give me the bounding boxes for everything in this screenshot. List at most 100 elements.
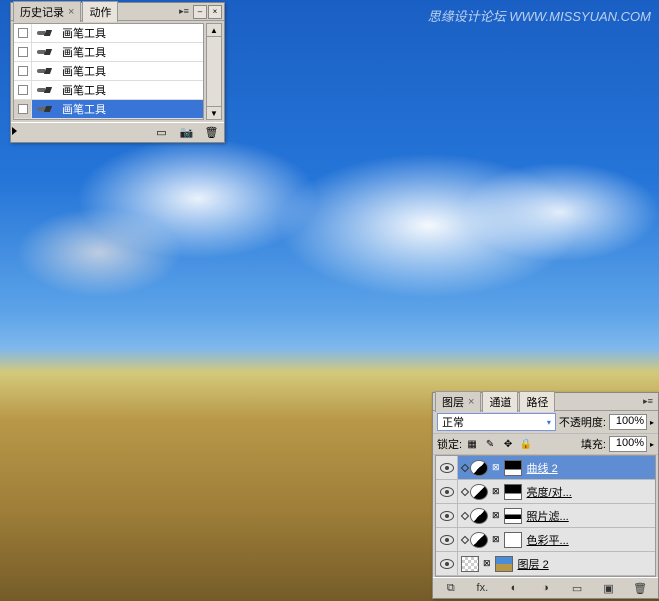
scrollbar-track[interactable]: [206, 37, 222, 106]
expand-indicator-icon[interactable]: [461, 535, 469, 543]
history-item[interactable]: 画笔工具: [14, 81, 203, 100]
tab-paths-label: 路径: [526, 394, 548, 410]
lock-position-icon[interactable]: ✥: [501, 437, 515, 451]
lock-all-icon[interactable]: 🔒: [519, 437, 533, 451]
tab-channels-label: 通道: [489, 394, 511, 410]
new-document-icon[interactable]: ▭: [154, 126, 169, 139]
minimize-button[interactable]: –: [193, 5, 207, 19]
visibility-eye-icon[interactable]: [440, 559, 454, 569]
adjustment-thumb[interactable]: [470, 484, 488, 500]
history-current-indicator: [12, 127, 17, 135]
opacity-label: 不透明度:: [559, 414, 606, 430]
opacity-input[interactable]: 100%: [609, 414, 647, 430]
brush-icon: [37, 27, 53, 39]
history-item[interactable]: 画笔工具: [14, 24, 203, 43]
tab-actions[interactable]: 动作: [82, 1, 118, 22]
lock-transparency-icon[interactable]: ▦: [465, 437, 479, 451]
history-item-label: 画笔工具: [58, 63, 203, 79]
layer-row-selected[interactable]: ⊠ 曲线 2: [436, 456, 655, 480]
layer-style-icon[interactable]: fx.: [473, 581, 491, 595]
fill-input[interactable]: 100%: [609, 436, 647, 452]
adjustment-thumb[interactable]: [470, 508, 488, 524]
history-checkbox[interactable]: [18, 85, 28, 95]
layer-name[interactable]: 图层 2: [516, 556, 655, 572]
visibility-eye-icon[interactable]: [440, 511, 454, 521]
layers-panel: 图层 × 通道 路径 ▸≡ 正常 ▾ 不透明度: 100% ▸ 锁定: ▦ ✎ …: [432, 392, 659, 599]
blend-mode-select[interactable]: 正常 ▾: [437, 413, 556, 431]
history-item[interactable]: 画笔工具: [14, 43, 203, 62]
layer-mask-icon[interactable]: ◐: [505, 581, 523, 595]
mask-thumb[interactable]: [504, 532, 522, 548]
trash-icon[interactable]: 🗑: [631, 581, 649, 595]
link-icon: ⊠: [483, 558, 491, 569]
layer-name[interactable]: 照片滤...: [525, 508, 655, 524]
tab-history[interactable]: 历史记录 ×: [13, 1, 81, 22]
adjustment-layer-icon[interactable]: ◑: [536, 581, 554, 595]
watermark-text: 思缘设计论坛 WWW.MISSYUAN.COM: [428, 6, 651, 25]
layer-name[interactable]: 色彩平...: [525, 532, 655, 548]
new-layer-icon[interactable]: ▣: [600, 581, 618, 595]
tab-paths[interactable]: 路径: [519, 391, 555, 412]
adjustment-thumb[interactable]: [470, 460, 488, 476]
group-icon[interactable]: ▭: [568, 581, 586, 595]
panel-menu-icon[interactable]: ▸≡: [176, 6, 192, 17]
layers-footer: ⧉ fx. ◐ ◑ ▭ ▣ 🗑: [433, 577, 658, 598]
layer-name[interactable]: 曲线 2: [525, 460, 655, 476]
mask-thumb[interactable]: [504, 508, 522, 524]
history-item-selected[interactable]: 画笔工具: [14, 100, 203, 119]
mask-thumb[interactable]: [504, 484, 522, 500]
layer-row[interactable]: ⊠ 图层 2: [436, 552, 655, 576]
tab-history-close-icon[interactable]: ×: [68, 6, 74, 18]
trash-icon[interactable]: 🗑: [204, 126, 219, 139]
adjustment-thumb[interactable]: [470, 532, 488, 548]
tab-history-label: 历史记录: [20, 4, 64, 20]
visibility-eye-icon[interactable]: [440, 487, 454, 497]
expand-indicator-icon[interactable]: [461, 511, 469, 519]
fill-caret-icon[interactable]: ▸: [650, 440, 654, 449]
layer-list: ⊠ 曲线 2 ⊠ 亮度/对... ⊠ 照片滤...: [435, 455, 656, 577]
tab-layers-label: 图层: [442, 394, 464, 410]
opacity-caret-icon[interactable]: ▸: [650, 418, 654, 427]
tab-layers[interactable]: 图层 ×: [435, 391, 481, 412]
mask-thumb[interactable]: [504, 460, 522, 476]
brush-icon: [37, 65, 53, 77]
blend-opacity-row: 正常 ▾ 不透明度: 100% ▸: [433, 411, 658, 434]
layer-thumb[interactable]: [461, 556, 479, 572]
scroll-up-button[interactable]: ▲: [206, 23, 222, 37]
lock-image-icon[interactable]: ✎: [483, 437, 497, 451]
history-checkbox[interactable]: [18, 28, 28, 38]
tab-layers-close-icon[interactable]: ×: [468, 396, 474, 408]
expand-indicator-icon[interactable]: [461, 487, 469, 495]
layer-row[interactable]: ⊠ 照片滤...: [436, 504, 655, 528]
snapshot-icon[interactable]: 📷: [179, 126, 194, 139]
history-checkbox[interactable]: [18, 47, 28, 57]
panel-menu-icon[interactable]: ▸≡: [640, 396, 656, 407]
visibility-eye-icon[interactable]: [440, 535, 454, 545]
link-icon: ⊠: [492, 510, 500, 521]
history-item[interactable]: 画笔工具: [14, 62, 203, 81]
history-checkbox[interactable]: [18, 66, 28, 76]
visibility-eye-icon[interactable]: [440, 463, 454, 473]
tab-channels[interactable]: 通道: [482, 391, 518, 412]
history-item-label: 画笔工具: [58, 101, 203, 117]
history-item-label: 画笔工具: [58, 82, 203, 98]
close-button[interactable]: ×: [208, 5, 222, 19]
link-icon: ⊠: [492, 462, 500, 473]
layer-name[interactable]: 亮度/对...: [525, 484, 655, 500]
fill-label: 填充:: [581, 436, 606, 452]
dropdown-caret-icon: ▾: [547, 418, 551, 427]
scroll-down-button[interactable]: ▼: [206, 106, 222, 120]
layer-row[interactable]: ⊠ 色彩平...: [436, 528, 655, 552]
layer-row[interactable]: ⊠ 亮度/对...: [436, 480, 655, 504]
lock-fill-row: 锁定: ▦ ✎ ✥ 🔒 填充: 100% ▸: [433, 434, 658, 455]
history-checkbox[interactable]: [18, 104, 28, 114]
mask-thumb[interactable]: [495, 556, 513, 572]
history-panel: 历史记录 × 动作 ▸≡ – × 画笔工具 画笔工具 画笔工具: [10, 2, 225, 143]
brush-icon: [37, 46, 53, 58]
history-title-bar: 历史记录 × 动作 ▸≡ – ×: [11, 3, 224, 21]
tab-actions-label: 动作: [89, 4, 111, 20]
history-item-label: 画笔工具: [58, 44, 203, 60]
link-layers-icon[interactable]: ⧉: [442, 581, 460, 595]
lock-label: 锁定:: [437, 436, 462, 452]
expand-indicator-icon[interactable]: [461, 463, 469, 471]
